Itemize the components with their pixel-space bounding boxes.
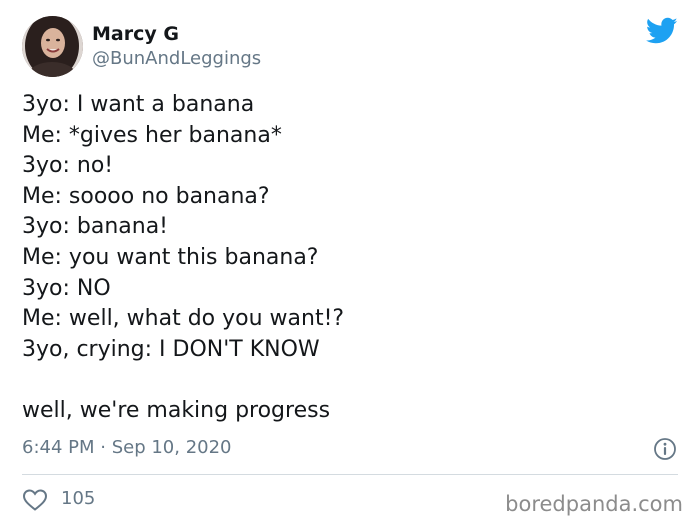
info-icon[interactable] bbox=[653, 437, 677, 461]
tweet-line: well, we're making progress bbox=[22, 397, 331, 423]
twitter-bird-icon[interactable] bbox=[645, 17, 678, 45]
tweet-text: 3yo: I want a banana Me: *gives her bana… bbox=[22, 90, 682, 427]
tweet-line: 3yo: banana! bbox=[22, 214, 168, 240]
tweet-line: Me: well, what do you want!? bbox=[22, 306, 345, 332]
tweet-card: Marcy G @BunAndLeggings 3yo: I want a ba… bbox=[0, 0, 700, 528]
avatar[interactable] bbox=[22, 16, 83, 77]
author-name[interactable]: Marcy G bbox=[92, 22, 179, 46]
tweet-line: Me: *gives her banana* bbox=[22, 122, 282, 148]
tweet-line: 3yo, crying: I DON'T KNOW bbox=[22, 336, 320, 362]
heart-icon[interactable] bbox=[22, 488, 48, 512]
tweet-line: 3yo: NO bbox=[22, 275, 111, 301]
tweet-line: Me: soooo no banana? bbox=[22, 183, 270, 209]
watermark: boredpanda.com bbox=[505, 492, 683, 516]
tweet-line: 3yo: I want a banana bbox=[22, 92, 255, 117]
divider bbox=[22, 474, 678, 475]
tweet-line: Me: you want this banana? bbox=[22, 244, 319, 270]
like-count: 105 bbox=[61, 488, 96, 509]
author-handle[interactable]: @BunAndLeggings bbox=[92, 47, 261, 71]
tweet-line: 3yo: no! bbox=[22, 153, 114, 179]
tweet-timestamp[interactable]: 6:44 PM · Sep 10, 2020 bbox=[22, 436, 232, 460]
